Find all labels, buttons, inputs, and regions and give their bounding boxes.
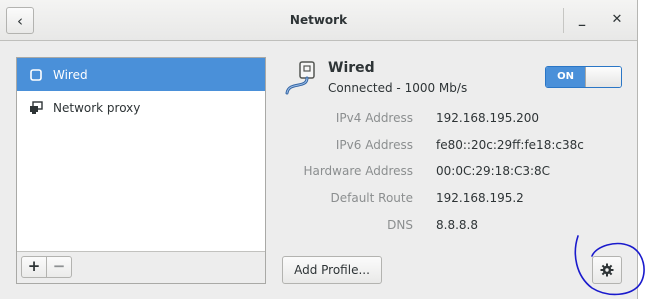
- ipv6-value: fe80::20c:29ff:fe18:c38c: [436, 138, 584, 152]
- toggle-knob: [585, 67, 621, 87]
- gear-icon: [600, 263, 614, 277]
- sidebar-toolbar: + −: [17, 251, 265, 283]
- ethernet-cable-icon: [285, 61, 315, 95]
- wired-icon: [29, 68, 43, 82]
- header-bar: ‹ Network _ ✕: [0, 0, 637, 41]
- sidebar-item-label: Network proxy: [53, 100, 141, 115]
- network-proxy-icon: [29, 100, 43, 115]
- ipv4-label: IPv4 Address: [335, 111, 413, 125]
- minimize-button[interactable]: _: [574, 12, 590, 28]
- dns-label: DNS: [387, 218, 413, 232]
- hardware-address-label: Hardware Address: [303, 164, 413, 178]
- default-route-label: Default Route: [330, 191, 414, 205]
- add-profile-button[interactable]: Add Profile...: [282, 256, 382, 284]
- dns-value: 8.8.8.8: [436, 218, 478, 232]
- window-title: Network: [289, 13, 348, 27]
- default-route-value: 192.168.195.2: [436, 191, 524, 205]
- remove-connection-button[interactable]: −: [46, 256, 72, 278]
- settings-button[interactable]: [592, 256, 622, 284]
- hardware-address-value: 00:0C:29:18:C3:8C: [436, 164, 551, 178]
- header-separator: [563, 8, 564, 33]
- connection-toggle[interactable]: ON: [545, 66, 622, 88]
- device-name: Wired: [328, 60, 375, 76]
- ipv4-value: 192.168.195.200: [436, 111, 540, 125]
- sidebar-item-network-proxy[interactable]: Network proxy: [17, 91, 265, 124]
- toggle-on-label: ON: [546, 67, 585, 87]
- add-connection-button[interactable]: +: [21, 256, 47, 278]
- sidebar-item-label: Wired: [53, 67, 88, 82]
- close-button[interactable]: ✕: [609, 12, 625, 28]
- sidebar-item-wired[interactable]: Wired: [17, 58, 265, 91]
- ipv6-label: IPv6 Address: [335, 138, 413, 152]
- network-settings-window: ‹ Network _ ✕ Wired Network proxy + − Wi…: [0, 0, 638, 299]
- connection-status: Connected - 1000 Mb/s: [328, 81, 468, 95]
- device-list: Wired Network proxy + −: [16, 57, 266, 284]
